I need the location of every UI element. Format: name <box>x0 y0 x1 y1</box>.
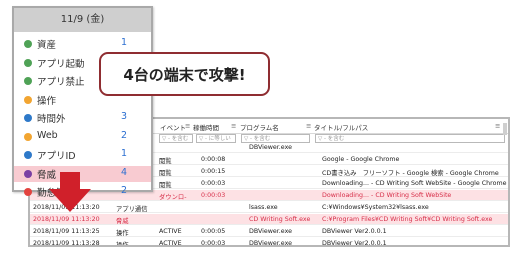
cell-duration: 0:00:15 <box>201 168 226 175</box>
cell-time: 2018/11/09 11:13:25 <box>33 228 100 235</box>
cell-time: 2018/11/09 11:13:28 <box>33 240 100 247</box>
cell-duration: 0:00:05 <box>201 228 226 235</box>
down-arrow-icon <box>49 172 91 212</box>
table-row[interactable]: 2018/11/09 11:13:20 脅威 CD Writing Soft.exe… <box>30 214 508 225</box>
cell-duration: 0:00:08 <box>201 156 226 163</box>
calendar-item[interactable]: 資産 1 <box>14 36 151 52</box>
status-dot-icon <box>24 40 32 48</box>
cell-type: 閲覧 <box>159 182 172 189</box>
table-row[interactable]: 2018/11/09 11:13:20 アプリ通信 lsass.exe C:¥Wind… <box>30 202 508 213</box>
calendar-item-count[interactable]: 2 <box>121 130 127 141</box>
cell-program: DBViewer.exe <box>249 240 292 247</box>
cell-title: CD書き込み フリーソフト - Google 検索 - Google Chrom… <box>322 170 499 177</box>
calendar-item[interactable]: Web 2 <box>14 129 151 145</box>
cell-program: CD Writing Soft.exe <box>249 216 311 223</box>
calendar-item-label: アプリID <box>37 151 76 162</box>
status-dot-icon <box>24 77 32 85</box>
calendar-item-count[interactable]: 2 <box>121 185 127 196</box>
cell-duration: 0:00:03 <box>201 180 226 187</box>
status-dot-icon <box>24 132 32 141</box>
cell-program: lsass.exe <box>249 204 278 211</box>
cell-type: ACTIVE <box>159 228 182 235</box>
callout-box: 4台の端末で攻撃! <box>99 52 270 96</box>
calendar-item-count[interactable]: 1 <box>121 148 127 159</box>
cell-title: DBViewer Ver2.0.0.1 <box>322 240 387 247</box>
header-title[interactable]: タイトル/フルパス <box>314 122 368 132</box>
calendar-item-count[interactable]: 4 <box>121 167 127 178</box>
cell-event: 脅威 <box>116 218 129 225</box>
table-row[interactable]: 2018/11/09 11:13:28 操作 ACTIVE 0:00:03 DBView… <box>30 238 508 247</box>
calendar-item-count[interactable]: 1 <box>121 37 127 48</box>
cell-event: アプリ通信 <box>116 206 148 213</box>
header-event[interactable]: イベント <box>160 122 186 132</box>
status-dot-icon <box>24 169 32 178</box>
header-program[interactable]: プログラム名 <box>240 122 279 132</box>
cell-type: 閲覧 <box>159 170 172 177</box>
cell-event: 操作 <box>116 230 129 237</box>
scrollbar-thumb[interactable] <box>503 123 507 135</box>
callout-text: 4台の端末で攻撃! <box>123 66 246 84</box>
cell-title: Downloading... - CD Writing Soft WebSite… <box>322 180 507 187</box>
cell-title: Downloading... - CD Writing Soft WebSite <box>322 192 452 199</box>
cell-type: ACTIVE <box>159 240 182 247</box>
calendar-item[interactable]: アプリID 1 <box>14 147 151 163</box>
cell-title: Google - Google Chrome <box>322 156 400 163</box>
status-dot-icon <box>24 114 32 122</box>
cell-title: C:¥Windows¥System32¥lsass.exe <box>322 204 429 211</box>
status-dot-icon <box>24 58 32 67</box>
calendar-item-label: 操作 <box>37 95 57 107</box>
cell-title: DBViewer Ver2.0.0.1 <box>322 228 387 235</box>
status-dot-icon <box>24 188 32 196</box>
calendar-item-count[interactable]: 3 <box>121 111 127 122</box>
calendar-item-label: 時間外 <box>37 114 66 125</box>
cell-event: 操作 <box>116 242 129 247</box>
calendar-summary-panel: 11/9 (金) 資産 1 アプリ起動 アプリ禁止 操作 時間外 3 Web 2 アプリID 1 脅威… <box>12 6 153 199</box>
cell-program: DBViewer.exe <box>249 228 292 235</box>
cell-duration: 0:00:03 <box>201 192 226 199</box>
table-row[interactable]: 2018/11/09 11:13:25 操作 ACTIVE 0:00:05 DBView… <box>30 226 508 237</box>
cell-type: 閲覧 <box>159 158 172 165</box>
cell-program: DBViewer.exe <box>249 144 292 151</box>
calendar-item-label: Web <box>37 129 58 141</box>
calendar-item-label: アプリ起動 <box>37 58 85 70</box>
cell-title: C:¥Program Files¥CD Writing Soft¥CD Writ… <box>322 216 493 223</box>
cell-time: 2018/11/09 11:13:20 <box>33 216 100 223</box>
calendar-date-header: 11/9 (金) <box>14 8 151 32</box>
cell-duration: 0:00:03 <box>201 240 226 247</box>
status-dot-icon <box>24 95 32 104</box>
status-dot-icon <box>24 151 32 159</box>
header-duration[interactable]: 稼働時間 <box>193 122 219 132</box>
calendar-item-label: 資産 <box>37 40 57 51</box>
calendar-item-label: アプリ禁止 <box>37 77 85 88</box>
cell-type: ダウンロ- <box>159 194 187 201</box>
calendar-item[interactable]: 時間外 3 <box>14 110 151 126</box>
